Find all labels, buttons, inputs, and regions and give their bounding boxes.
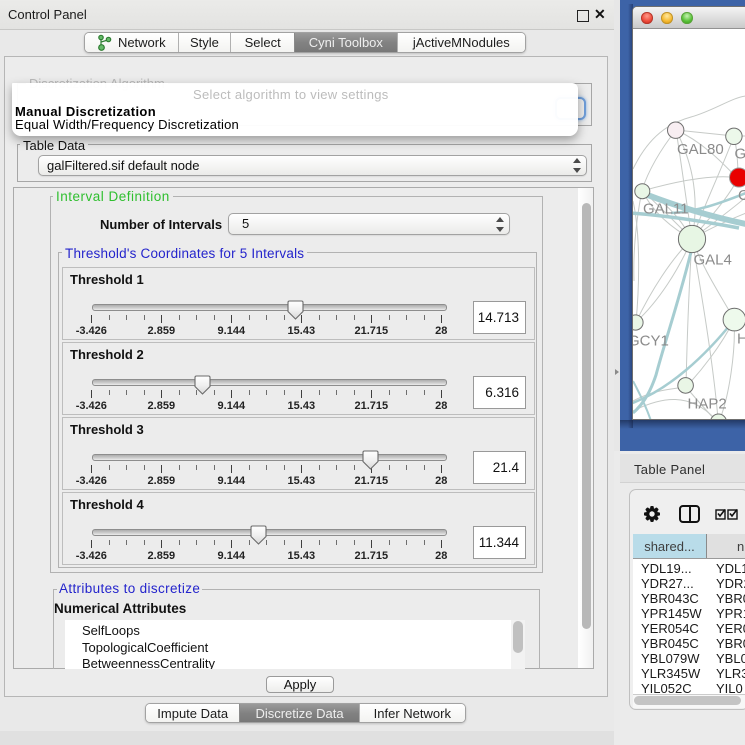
svg-text:H: H: [737, 331, 745, 348]
svg-text:GAL80: GAL80: [677, 141, 724, 158]
svg-text:GAL11: GAL11: [643, 201, 689, 218]
svg-text:GA: GA: [735, 146, 745, 163]
svg-text:C: C: [738, 187, 745, 204]
svg-text:GAL4: GAL4: [694, 252, 732, 269]
svg-text:HAP2: HAP2: [688, 396, 727, 413]
svg-text:GCY1: GCY1: [633, 333, 669, 350]
